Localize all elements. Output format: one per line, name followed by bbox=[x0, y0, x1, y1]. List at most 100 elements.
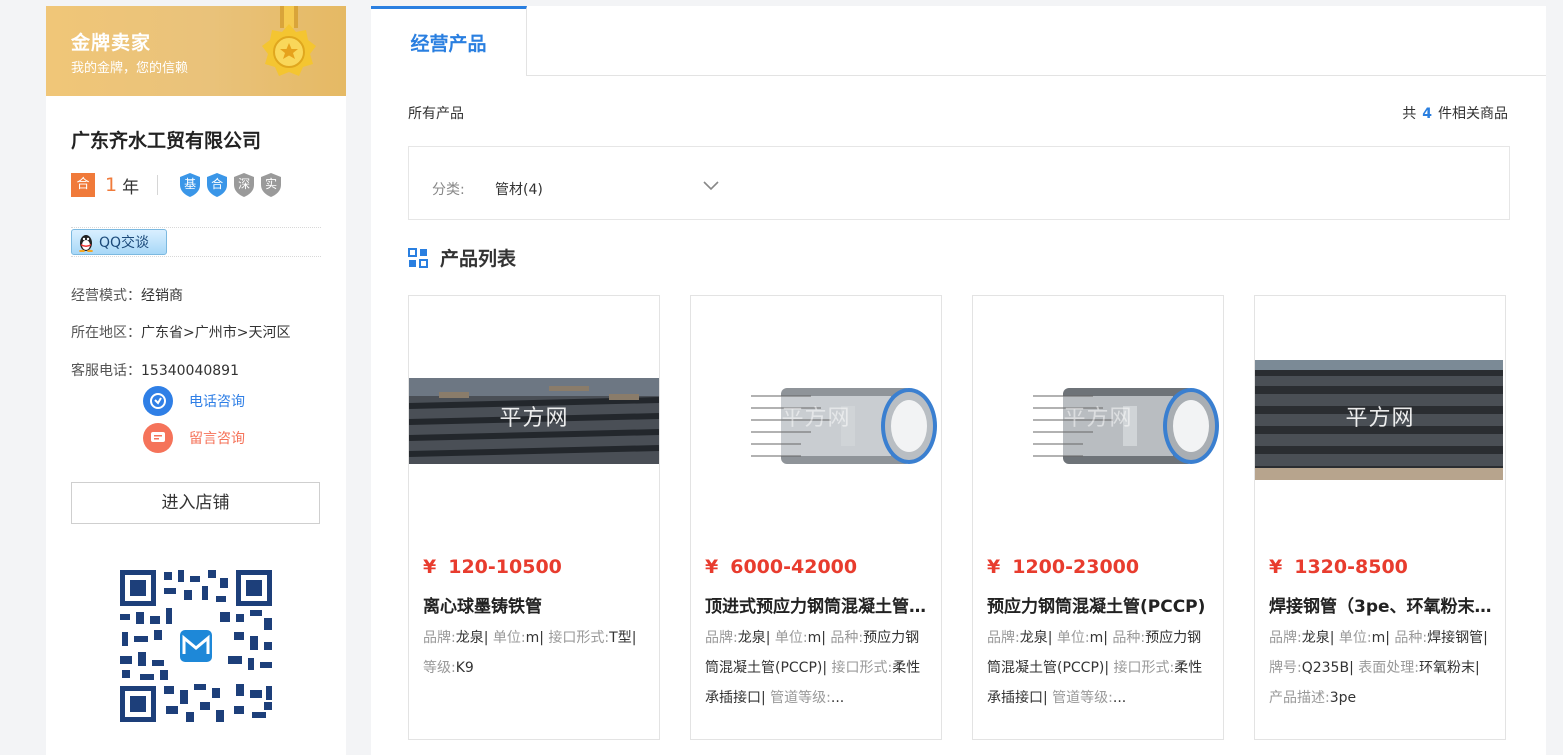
product-list-heading: 产品列表 bbox=[408, 244, 516, 271]
total-suffix: 件相关商品 bbox=[1438, 106, 1508, 122]
product-name[interactable]: 焊接钢管（3pe、环氧粉末防腐） bbox=[1269, 592, 1497, 617]
attr-value: 龙泉| bbox=[737, 630, 771, 646]
product-name[interactable]: 顶进式预应力钢筒混凝土管(JPCCP) bbox=[705, 592, 933, 617]
grid-icon bbox=[408, 247, 428, 268]
he-badge: 合 bbox=[71, 173, 95, 197]
attr-value: m| bbox=[525, 630, 544, 646]
tab-business-products[interactable]: 经营产品 bbox=[371, 6, 527, 77]
attr-key: 单位: bbox=[1334, 630, 1372, 646]
tab-bar: 经营产品 bbox=[371, 6, 1546, 77]
product-card[interactable]: 平方网 ¥6000-42000 顶进式预应力钢筒混凝土管(JPCCP) 品牌:龙… bbox=[690, 295, 942, 740]
message-consult-button[interactable]: 留言咨询 bbox=[143, 423, 245, 453]
attr-key: 管道等级: bbox=[1047, 690, 1113, 706]
attr-value: 龙泉| bbox=[1301, 630, 1335, 646]
phone-row: 客服电话：15340040891 bbox=[71, 360, 239, 380]
shield-basic-icon[interactable]: 基 bbox=[178, 172, 202, 198]
business-mode-label: 经营模式： bbox=[71, 288, 141, 304]
region-label: 所在地区： bbox=[71, 325, 141, 341]
qr-code bbox=[116, 566, 276, 726]
product-name[interactable]: 离心球墨铸铁管 bbox=[423, 592, 651, 617]
qq-chat-label: QQ交谈 bbox=[99, 235, 150, 251]
enter-store-button[interactable]: 进入店铺 bbox=[71, 482, 320, 524]
phone-label: 客服电话： bbox=[71, 363, 141, 379]
attr-value: 3pe bbox=[1329, 690, 1357, 706]
attr-value: 环氧粉末| bbox=[1418, 660, 1480, 676]
product-list-title: 产品列表 bbox=[440, 248, 517, 270]
seller-badges: 合 1 年 基 合 深 实 bbox=[71, 172, 286, 198]
message-consult-label: 留言咨询 bbox=[189, 431, 245, 447]
attr-value: ... bbox=[830, 690, 845, 706]
shield-real-label: 实 bbox=[265, 177, 278, 191]
qq-chat-button[interactable]: QQ交谈 bbox=[71, 229, 167, 255]
product-image[interactable]: 平方网 bbox=[1255, 296, 1505, 536]
gold-seller-title: 金牌卖家 bbox=[71, 32, 152, 54]
shield-real-icon[interactable]: 实 bbox=[259, 172, 283, 198]
total-prefix: 共 bbox=[1402, 106, 1417, 122]
gold-medal-icon bbox=[262, 6, 316, 76]
attr-value: 龙泉| bbox=[455, 630, 489, 646]
product-card[interactable]: 平方网 ¥120-10500 离心球墨铸铁管 品牌:龙泉| 单位:m| 接口形式… bbox=[408, 295, 660, 740]
attr-key: 品牌: bbox=[987, 630, 1020, 646]
phone-consult-label: 电话咨询 bbox=[189, 394, 245, 410]
attr-value: 龙泉| bbox=[1019, 630, 1053, 646]
attr-value: m| bbox=[1371, 630, 1390, 646]
price-value: 1320-8500 bbox=[1294, 556, 1408, 578]
phone-icon bbox=[143, 386, 173, 416]
category-filter: 分类: 管材(4) bbox=[408, 146, 1510, 220]
attr-value: m| bbox=[1089, 630, 1108, 646]
shield-basic-label: 基 bbox=[184, 177, 197, 191]
divider bbox=[71, 227, 321, 228]
watermark: 平方网 bbox=[1063, 406, 1133, 431]
product-price: ¥1320-8500 bbox=[1269, 556, 1408, 578]
product-image[interactable]: 平方网 bbox=[691, 296, 941, 536]
watermark: 平方网 bbox=[781, 406, 851, 431]
attr-key: 产品描述: bbox=[1269, 690, 1330, 706]
price-value: 120-10500 bbox=[448, 556, 562, 578]
attr-value: K9 bbox=[455, 660, 474, 676]
attr-value: T型| bbox=[609, 630, 637, 646]
attr-key: 单位: bbox=[1052, 630, 1090, 646]
product-attributes: 品牌:龙泉| 单位:m| 品种:预应力钢筒混凝土管(PCCP)| 接口形式:柔性… bbox=[987, 623, 1215, 713]
phone-value: 15340040891 bbox=[141, 363, 239, 379]
attr-key: 品牌: bbox=[705, 630, 738, 646]
attr-key: 品种: bbox=[1107, 630, 1146, 646]
shield-he-label: 合 bbox=[211, 177, 224, 191]
attr-key: 品种: bbox=[1389, 630, 1428, 646]
region-value: 广东省>广州市>天河区 bbox=[141, 325, 291, 341]
phone-consult-button[interactable]: 电话咨询 bbox=[143, 386, 245, 416]
attr-key: 牌号: bbox=[1269, 660, 1302, 676]
product-image[interactable]: 平方网 bbox=[409, 296, 659, 536]
region-row: 所在地区：广东省>广州市>天河区 bbox=[71, 322, 290, 342]
attr-key: 接口形式: bbox=[1109, 660, 1175, 676]
attr-key: 品种: bbox=[825, 630, 864, 646]
watermark: 平方网 bbox=[1345, 406, 1415, 431]
years-unit: 年 bbox=[122, 177, 140, 198]
attr-key: 品牌: bbox=[1269, 630, 1302, 646]
attr-value: m| bbox=[807, 630, 826, 646]
attr-key: 品牌: bbox=[423, 630, 456, 646]
attr-key: 表面处理: bbox=[1353, 660, 1419, 676]
product-card[interactable]: 平方网 ¥1200-23000 预应力钢筒混凝土管(PCCP) 品牌:龙泉| 单… bbox=[972, 295, 1224, 740]
business-mode-row: 经营模式：经销商 bbox=[71, 285, 183, 305]
product-image[interactable]: 平方网 bbox=[973, 296, 1223, 536]
company-name: 广东齐水工贸有限公司 bbox=[71, 130, 262, 152]
product-attributes: 品牌:龙泉| 单位:m| 品种:预应力钢筒混凝土管(PCCP)| 接口形式:柔性… bbox=[705, 623, 933, 713]
chevron-down-icon[interactable] bbox=[703, 180, 719, 192]
product-name[interactable]: 预应力钢筒混凝土管(PCCP) bbox=[987, 592, 1215, 617]
divider bbox=[157, 175, 159, 195]
shield-deep-label: 深 bbox=[238, 177, 251, 191]
product-card[interactable]: 平方网 ¥1320-8500 焊接钢管（3pe、环氧粉末防腐） 品牌:龙泉| 单… bbox=[1254, 295, 1506, 740]
attr-key: 接口形式: bbox=[543, 630, 610, 646]
message-icon bbox=[143, 423, 173, 453]
category-option-pipes[interactable]: 管材(4) bbox=[495, 179, 543, 199]
shield-he-icon[interactable]: 合 bbox=[205, 172, 229, 198]
attr-key: 单位: bbox=[488, 630, 526, 646]
gold-seller-subtitle: 我的金牌，您的信赖 bbox=[71, 61, 189, 76]
attr-key: 接口形式: bbox=[827, 660, 893, 676]
attr-key: 管道等级: bbox=[765, 690, 831, 706]
product-price: ¥120-10500 bbox=[423, 556, 562, 578]
gold-seller-banner: 金牌卖家 我的金牌，您的信赖 bbox=[46, 6, 346, 96]
shield-deep-icon[interactable]: 深 bbox=[232, 172, 256, 198]
attr-value: ... bbox=[1112, 690, 1127, 706]
attr-value: Q235B| bbox=[1301, 660, 1354, 676]
